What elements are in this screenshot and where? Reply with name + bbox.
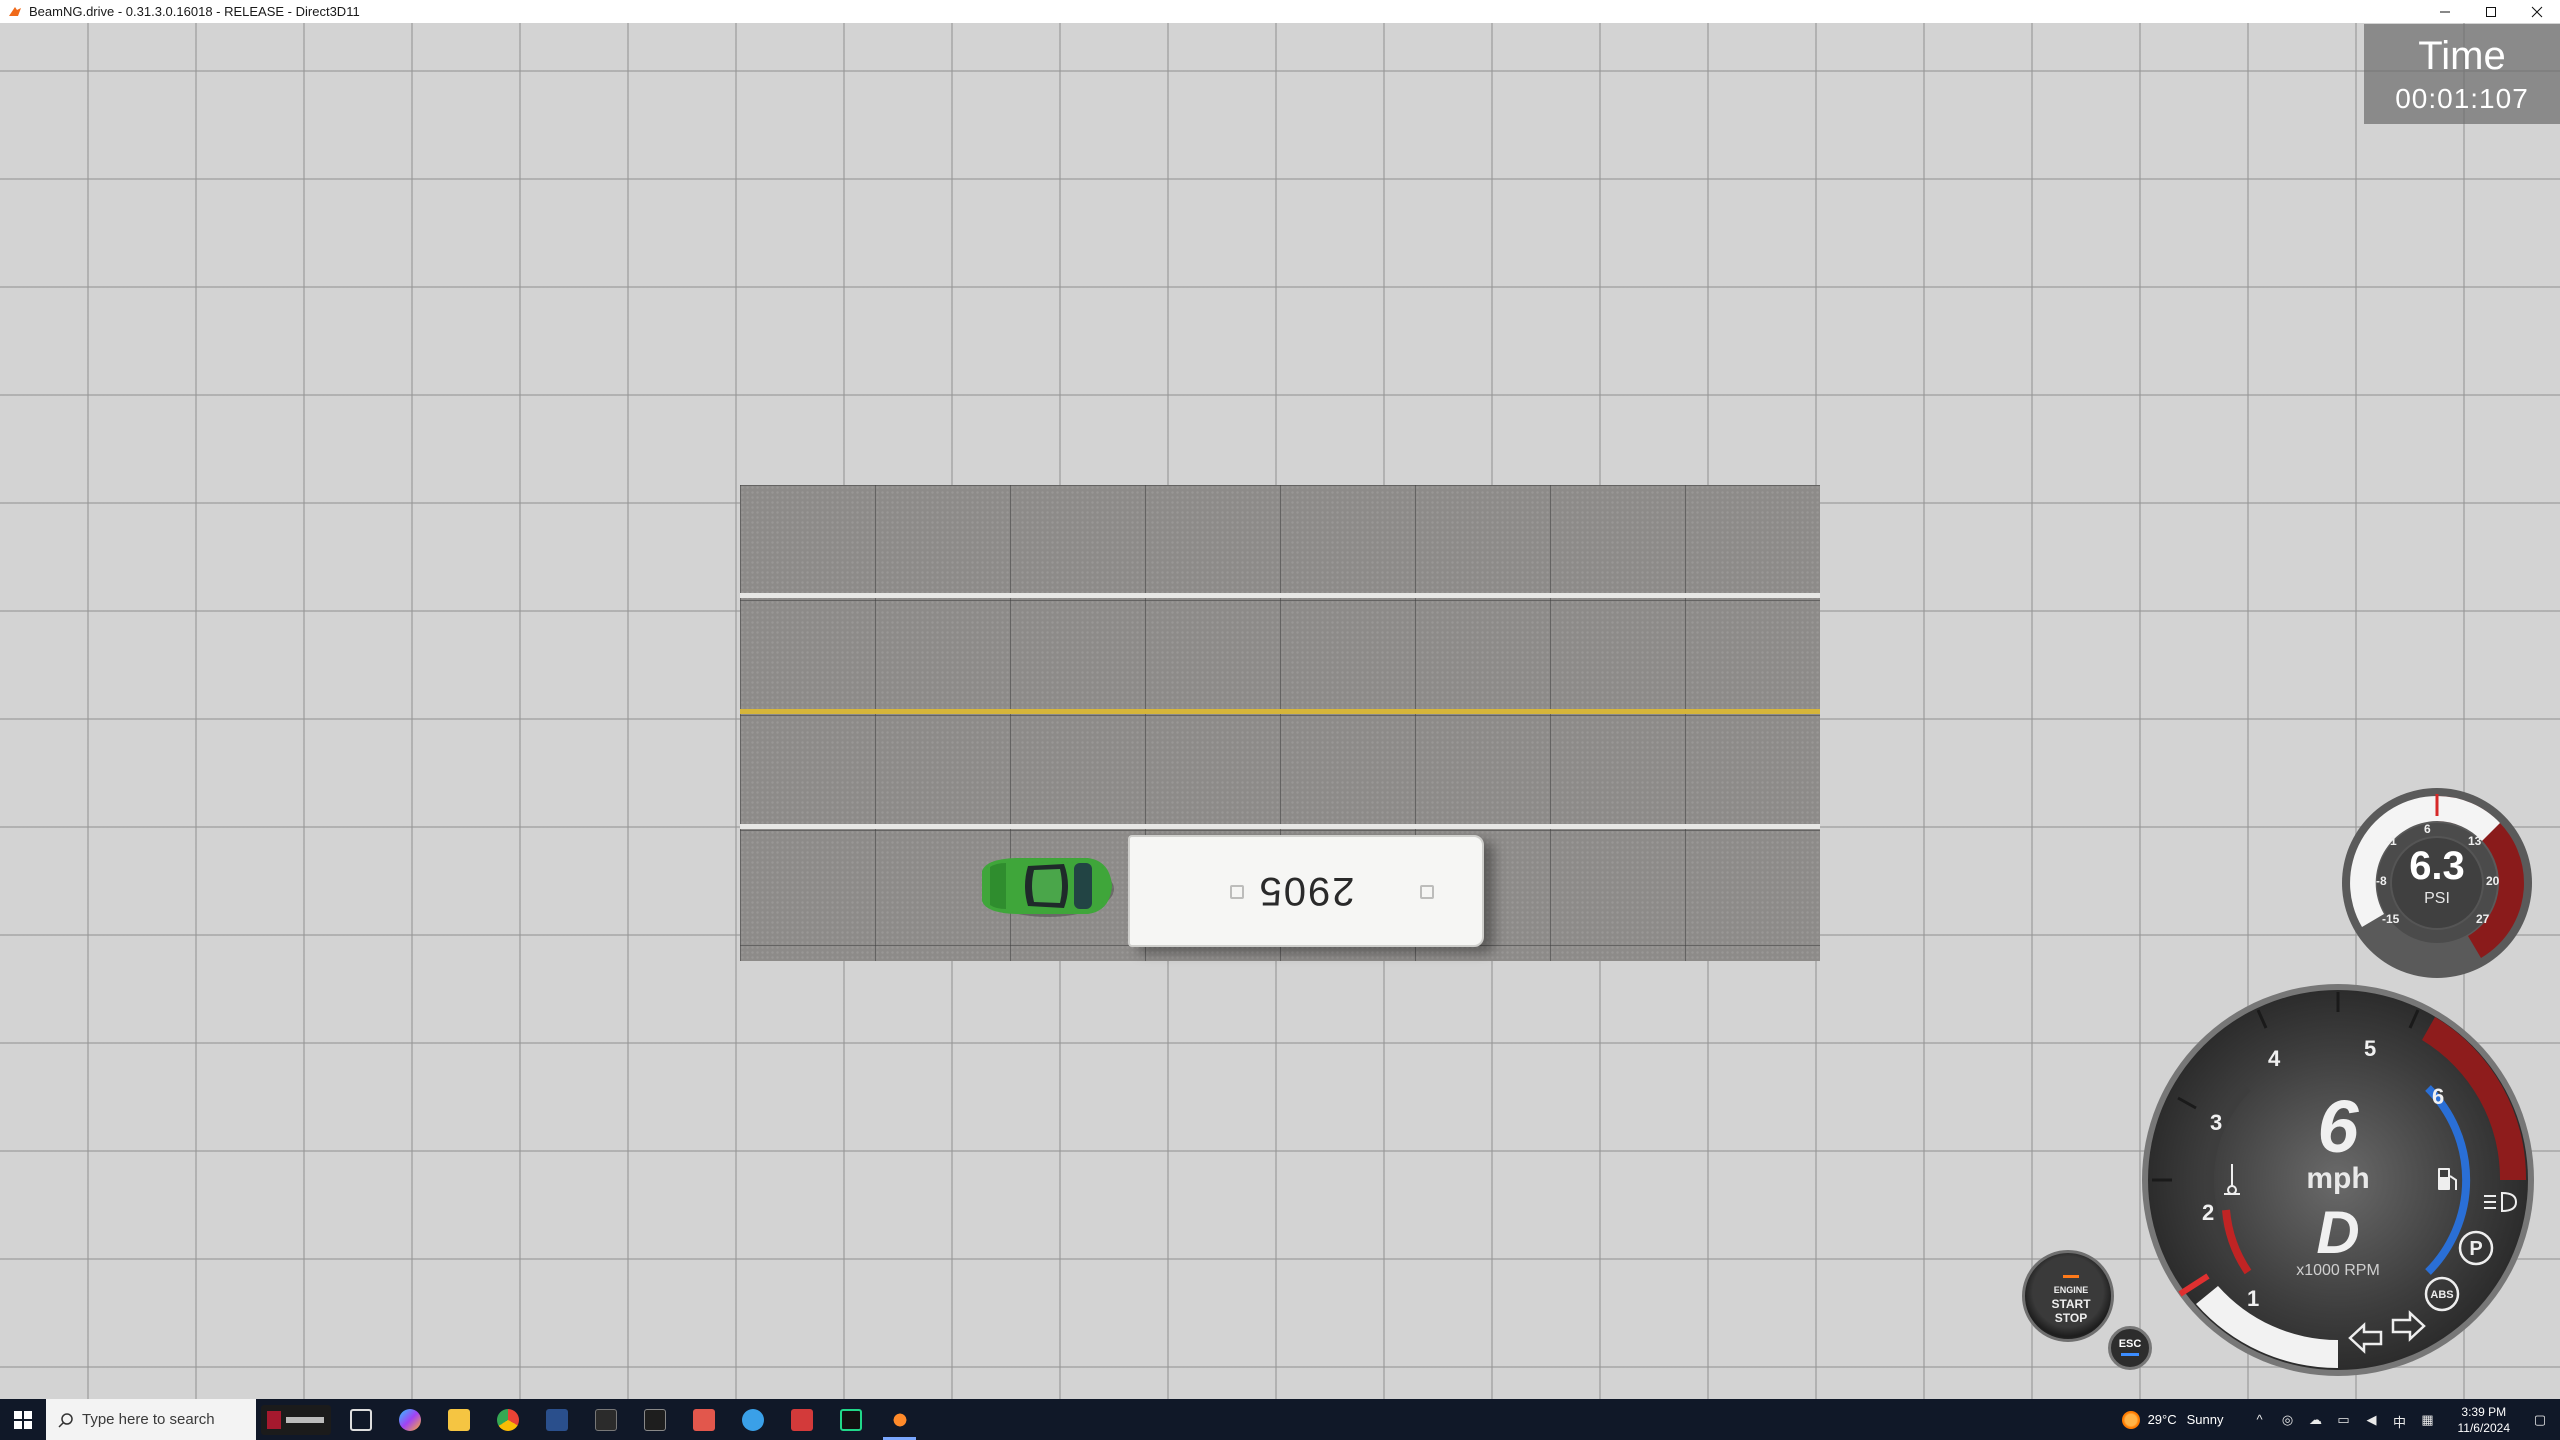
timer-value: 00:01:107 [2395, 83, 2529, 114]
chevron-up-icon[interactable]: ^ [2252, 1412, 2268, 1428]
media-app-button[interactable] [777, 1399, 826, 1440]
browser-icon [741, 1408, 764, 1431]
notification-icon[interactable]: ▢ [2532, 1412, 2548, 1428]
pycharm-icon [839, 1408, 862, 1431]
engine-button-line1: ENGINE [2053, 1285, 2089, 1295]
close-button[interactable] [2514, 0, 2560, 23]
pdf-app-button[interactable] [679, 1399, 728, 1440]
folder-icon [447, 1408, 470, 1431]
system-tray: 29°C Sunny ^ ◎ ☁ ▭ ◀ 中 ▦ 3:39 PM 11/6/20… [2121, 1399, 2560, 1440]
powershell-button[interactable] [532, 1399, 581, 1440]
chrome-button[interactable] [483, 1399, 532, 1440]
weather-condition: Sunny [2186, 1412, 2224, 1427]
windows-taskbar: Type here to search 29°C Sunny ^ ◎ ☁ ▭ ◀… [0, 1399, 2560, 1440]
speed-value: 6 [2317, 1085, 2359, 1168]
esc-label: ESC [2118, 1338, 2142, 1350]
clock-time: 3:39 PM [2461, 1404, 2507, 1419]
window-title: BeamNG.drive - 0.31.3.0.16018 - RELEASE … [29, 4, 360, 19]
clock-date: 11/6/2024 [2457, 1420, 2511, 1435]
boost-tick: -15 [2382, 912, 2400, 926]
copilot-button[interactable] [385, 1399, 434, 1440]
rpm-label: 5 [2364, 1036, 2377, 1061]
svg-text:ABS: ABS [2430, 1289, 2453, 1301]
weather-temp: 29°C [2147, 1412, 2177, 1427]
volume-icon[interactable]: ◀ [2364, 1412, 2380, 1428]
macquarie-logo-icon [261, 1404, 331, 1435]
macquarie-app-button[interactable] [256, 1399, 336, 1440]
task-view-icon [349, 1408, 372, 1431]
browser-app-button[interactable] [728, 1399, 777, 1440]
left-turn-signal-icon [2348, 1322, 2383, 1354]
pycharm-button[interactable] [826, 1399, 875, 1440]
abs-icon: ABS [2424, 1276, 2460, 1312]
esc-indicator-bar [2121, 1353, 2139, 1356]
windows-logo-icon [14, 1410, 32, 1429]
rpm-label: 1 [2247, 1286, 2260, 1311]
boost-value: 6.3 [2409, 844, 2465, 888]
bus-vehicle: 2905 [1128, 835, 1484, 947]
sun-icon [2121, 1410, 2140, 1429]
minimize-button[interactable] [2422, 0, 2468, 23]
maximize-icon [2486, 6, 2496, 17]
search-placeholder: Type here to search [82, 1411, 215, 1428]
race-timer: Time 00:01:107 [2364, 24, 2560, 124]
chrome-icon [496, 1408, 519, 1431]
speedometer: 1 2 3 4 5 6 6 mph D x1000 RPM P ABS [2138, 980, 2538, 1380]
taskbar-search-box[interactable]: Type here to search [46, 1399, 256, 1440]
start-button[interactable] [0, 1399, 46, 1440]
boost-tick: 6 [2424, 822, 2431, 836]
boost-gauge: 6 -1 13 -8 20 -15 27 6.3 PSI [2340, 786, 2534, 980]
boost-tick: 27 [2476, 912, 2490, 926]
maximize-button[interactable] [2468, 0, 2514, 23]
window-app-button[interactable] [581, 1399, 630, 1440]
parking-brake-icon: P [2458, 1230, 2494, 1266]
copilot-icon [398, 1408, 421, 1431]
timer-label: Time [2418, 34, 2506, 78]
beamng-taskbar-button[interactable] [875, 1399, 924, 1440]
bus-roof-number: 2905 [1257, 869, 1355, 914]
speed-unit: mph [2306, 1162, 2370, 1195]
svg-text:P: P [2469, 1238, 2482, 1260]
terminal-icon [643, 1408, 666, 1431]
engine-status-led [2063, 1275, 2079, 1278]
right-turn-signal-icon [2391, 1310, 2426, 1342]
file-explorer-button[interactable] [434, 1399, 483, 1440]
security-icon[interactable]: ◎ [2280, 1412, 2296, 1428]
media-icon [790, 1408, 813, 1431]
engine-button-line2: START [2051, 1297, 2091, 1311]
window-icon [594, 1408, 617, 1431]
pdf-icon [692, 1408, 715, 1431]
rpm-label: 4 [2268, 1046, 2281, 1071]
keyboard-icon[interactable]: ▦ [2420, 1412, 2436, 1428]
esc-button[interactable]: ESC [2108, 1326, 2152, 1370]
player-car [982, 858, 1114, 917]
engine-button-line3: STOP [2054, 1311, 2088, 1325]
search-icon [58, 1412, 73, 1428]
lane-line-white [740, 593, 1820, 598]
powershell-icon [545, 1408, 568, 1431]
window-titlebar: BeamNG.drive - 0.31.3.0.16018 - RELEASE … [0, 0, 2560, 23]
lane-line-white [740, 824, 1820, 829]
ime-indicator[interactable]: 中 [2392, 1412, 2408, 1430]
weather-widget[interactable]: 29°C Sunny [2121, 1410, 2224, 1429]
headlight-icon [2484, 1191, 2518, 1213]
close-icon [2531, 6, 2543, 17]
task-view-button[interactable] [336, 1399, 385, 1440]
terminal-button[interactable] [630, 1399, 679, 1440]
boost-unit: PSI [2424, 890, 2450, 907]
beamng-app-icon [9, 6, 21, 16]
beamng-icon [888, 1408, 911, 1431]
engine-start-stop-button[interactable]: ENGINE START STOP [2022, 1250, 2114, 1342]
onedrive-icon[interactable]: ☁ [2308, 1412, 2324, 1428]
lane-line-yellow-center [740, 709, 1820, 714]
taskbar-clock[interactable]: 3:39 PM 11/6/2024 [2458, 1404, 2511, 1436]
network-icon[interactable]: ▭ [2336, 1412, 2352, 1428]
minimize-icon [2440, 11, 2450, 12]
